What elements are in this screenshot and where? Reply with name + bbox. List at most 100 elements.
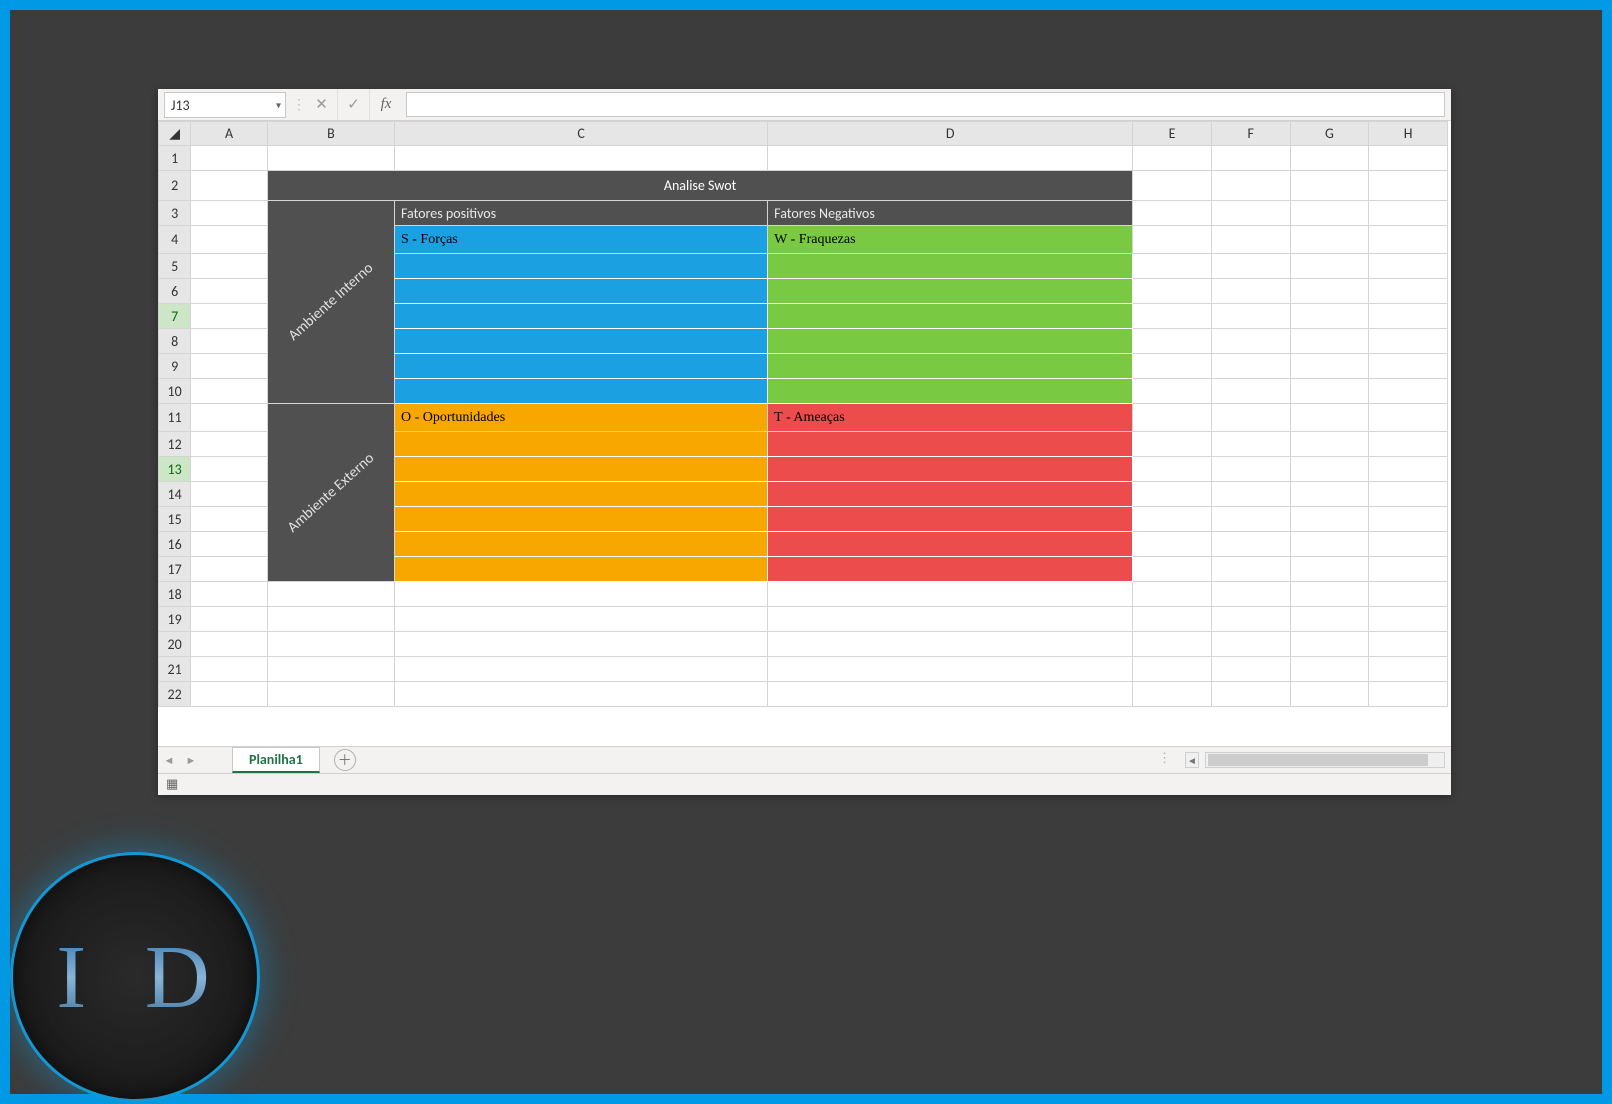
cell[interactable] — [191, 432, 268, 457]
swot-s-cell[interactable] — [394, 254, 767, 279]
swot-s-cell[interactable] — [394, 329, 767, 354]
cell[interactable] — [1211, 557, 1290, 582]
cell[interactable] — [267, 632, 394, 657]
cell[interactable] — [1211, 432, 1290, 457]
cell[interactable] — [394, 607, 767, 632]
swot-s-cell[interactable] — [394, 354, 767, 379]
cell[interactable] — [1369, 279, 1448, 304]
cell[interactable] — [768, 607, 1133, 632]
accept-formula-button[interactable]: ✓ — [338, 89, 370, 120]
hscroll-thumb[interactable] — [1208, 754, 1428, 766]
row-header[interactable]: 7 — [159, 304, 191, 329]
cell[interactable] — [1369, 682, 1448, 707]
formula-input[interactable] — [406, 92, 1445, 117]
tab-nav-next-icon[interactable]: ► — [180, 747, 202, 773]
add-sheet-button[interactable]: ＋ — [334, 749, 356, 771]
row-header[interactable]: 8 — [159, 329, 191, 354]
swot-w-cell[interactable] — [768, 254, 1133, 279]
name-box[interactable]: J13 ▾ — [164, 92, 286, 118]
cell[interactable] — [1290, 379, 1369, 404]
swot-o-cell[interactable] — [394, 557, 767, 582]
cell[interactable] — [191, 657, 268, 682]
cell[interactable] — [1133, 507, 1212, 532]
cell[interactable] — [1369, 226, 1448, 254]
fatores-positivos-header[interactable]: Fatores positivos — [394, 201, 767, 226]
cell[interactable] — [1290, 226, 1369, 254]
cell[interactable] — [394, 632, 767, 657]
row-header[interactable]: 21 — [159, 657, 191, 682]
cell[interactable] — [1369, 532, 1448, 557]
cell[interactable] — [267, 582, 394, 607]
cell[interactable] — [1133, 482, 1212, 507]
cell[interactable] — [394, 657, 767, 682]
cell[interactable] — [1369, 404, 1448, 432]
swot-w-cell[interactable] — [768, 354, 1133, 379]
cell[interactable] — [1290, 682, 1369, 707]
cell[interactable] — [1211, 146, 1290, 171]
cell[interactable] — [1369, 507, 1448, 532]
cell[interactable] — [1369, 171, 1448, 201]
row-header[interactable]: 10 — [159, 379, 191, 404]
cell[interactable] — [1211, 279, 1290, 304]
cell[interactable] — [191, 279, 268, 304]
cell[interactable] — [1211, 507, 1290, 532]
cell[interactable] — [1211, 254, 1290, 279]
ambiente-interno-label[interactable]: Ambiente Interno — [267, 201, 394, 404]
swot-s-cell[interactable] — [394, 304, 767, 329]
sheet-tab[interactable]: Planilha1 — [232, 747, 320, 773]
cell[interactable] — [191, 201, 268, 226]
cell[interactable] — [267, 682, 394, 707]
col-header[interactable]: F — [1211, 122, 1290, 146]
cell[interactable] — [1290, 557, 1369, 582]
cell[interactable] — [191, 507, 268, 532]
row-header[interactable]: 13 — [159, 457, 191, 482]
cancel-formula-button[interactable]: ✕ — [306, 89, 338, 120]
cell[interactable] — [1369, 457, 1448, 482]
cell[interactable] — [1369, 379, 1448, 404]
col-header[interactable]: D — [768, 122, 1133, 146]
swot-title[interactable]: Analise Swot — [267, 171, 1132, 201]
cell[interactable] — [191, 171, 268, 201]
cell[interactable] — [1290, 146, 1369, 171]
cell[interactable] — [1290, 607, 1369, 632]
swot-o-header[interactable]: O - Oportunidades — [394, 404, 767, 432]
row-header[interactable]: 4 — [159, 226, 191, 254]
swot-w-header[interactable]: W - Fraquezas — [768, 226, 1133, 254]
row-header[interactable]: 15 — [159, 507, 191, 532]
cell[interactable] — [1211, 607, 1290, 632]
cell[interactable] — [191, 404, 268, 432]
cell[interactable] — [1211, 171, 1290, 201]
cell[interactable] — [394, 682, 767, 707]
swot-t-cell[interactable] — [768, 482, 1133, 507]
tab-nav-prev-icon[interactable]: ◄ — [158, 747, 180, 773]
row-header[interactable]: 3 — [159, 201, 191, 226]
cell[interactable] — [1211, 354, 1290, 379]
cell[interactable] — [1369, 254, 1448, 279]
col-header[interactable]: E — [1133, 122, 1212, 146]
cell[interactable] — [191, 254, 268, 279]
cell[interactable] — [191, 354, 268, 379]
cell[interactable] — [1133, 279, 1212, 304]
row-header[interactable]: 11 — [159, 404, 191, 432]
cell[interactable] — [1133, 582, 1212, 607]
cell[interactable] — [191, 304, 268, 329]
row-header[interactable]: 1 — [159, 146, 191, 171]
cell[interactable] — [1211, 404, 1290, 432]
cell[interactable] — [1133, 226, 1212, 254]
cell[interactable] — [1133, 146, 1212, 171]
cell[interactable] — [1133, 607, 1212, 632]
cell[interactable] — [1290, 582, 1369, 607]
cell[interactable] — [1211, 201, 1290, 226]
row-header[interactable]: 18 — [159, 582, 191, 607]
cell[interactable] — [1290, 329, 1369, 354]
row-header[interactable]: 14 — [159, 482, 191, 507]
cell[interactable] — [191, 582, 268, 607]
cell[interactable] — [1133, 379, 1212, 404]
cell[interactable] — [267, 607, 394, 632]
swot-t-cell[interactable] — [768, 507, 1133, 532]
swot-w-cell[interactable] — [768, 329, 1133, 354]
cell[interactable] — [267, 146, 394, 171]
cell[interactable] — [394, 146, 767, 171]
cell[interactable] — [191, 482, 268, 507]
cell[interactable] — [1211, 226, 1290, 254]
